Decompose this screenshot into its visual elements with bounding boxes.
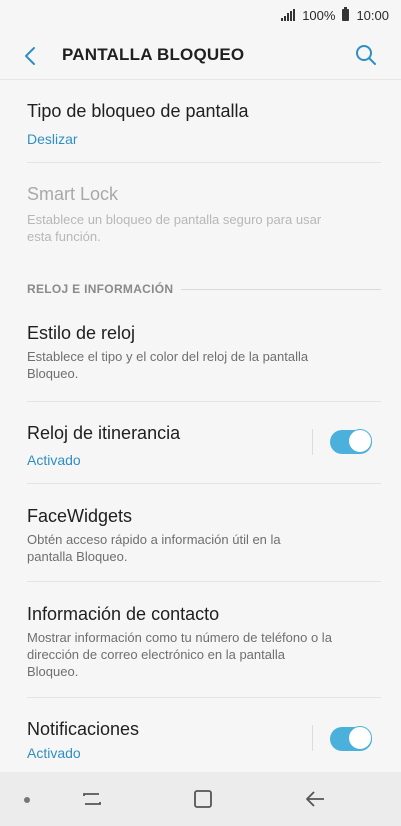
toggle-separator (312, 725, 313, 751)
divider (27, 162, 381, 163)
setting-title: Smart Lock (27, 184, 119, 204)
divider (27, 581, 381, 582)
setting-facewidgets[interactable]: FaceWidgets Obtén acceso rápido a inform… (0, 505, 401, 565)
battery-percentage: 100% (302, 7, 336, 23)
section-title: RELOJ E INFORMACIÓN (27, 282, 174, 296)
back-nav-button[interactable] (303, 787, 327, 811)
setting-description: Establece el tipo y el color del reloj d… (27, 349, 309, 381)
clock: 10:00 (356, 7, 389, 23)
section-header: RELOJ E INFORMACIÓN (27, 281, 381, 297)
divider (27, 401, 381, 402)
setting-value: Activado (27, 452, 81, 468)
page-title: PANTALLA BLOQUEO (62, 45, 245, 64)
home-icon (194, 790, 212, 808)
back-arrow-icon (25, 47, 35, 65)
status-bar: 100% 10:00 (0, 0, 401, 30)
setting-title: Tipo de bloqueo de pantalla (27, 101, 249, 121)
setting-title: Estilo de reloj (27, 323, 136, 343)
recents-icon (83, 793, 101, 805)
setting-clock-style[interactable]: Estilo de reloj Establece el tipo y el c… (0, 322, 401, 382)
search-icon (356, 45, 376, 65)
back-nav-icon (306, 791, 324, 807)
app-bar: PANTALLA BLOQUEO (0, 30, 401, 80)
setting-lock-type[interactable]: Tipo de bloqueo de pantalla Deslizar (0, 100, 401, 148)
section-divider (181, 288, 381, 290)
roaming-clock-toggle[interactable] (330, 429, 372, 454)
back-button[interactable] (18, 43, 44, 69)
setting-description: Mostrar información como tu número de te… (27, 630, 332, 679)
battery-icon (342, 7, 350, 21)
nav-dot-indicator (24, 797, 30, 803)
recents-button[interactable] (80, 787, 104, 811)
navigation-bar (0, 772, 401, 826)
divider (27, 483, 381, 484)
search-button[interactable] (353, 42, 379, 68)
notifications-toggle[interactable] (330, 726, 372, 751)
setting-description: Obtén acceso rápido a información útil e… (27, 532, 281, 564)
setting-title: FaceWidgets (27, 506, 133, 526)
setting-contact-info[interactable]: Información de contacto Mostrar informac… (0, 603, 401, 680)
toggle-separator (312, 429, 313, 455)
signal-icon (281, 9, 296, 21)
setting-title: Información de contacto (27, 604, 220, 624)
toggle-knob (348, 429, 372, 453)
divider (27, 697, 381, 698)
setting-smart-lock: Smart Lock Establece un bloqueo de panta… (0, 183, 401, 245)
toggle-knob (348, 726, 372, 750)
setting-description: Establece un bloqueo de pantalla seguro … (27, 212, 322, 244)
setting-value: Deslizar (27, 131, 78, 147)
home-button[interactable] (191, 787, 215, 811)
